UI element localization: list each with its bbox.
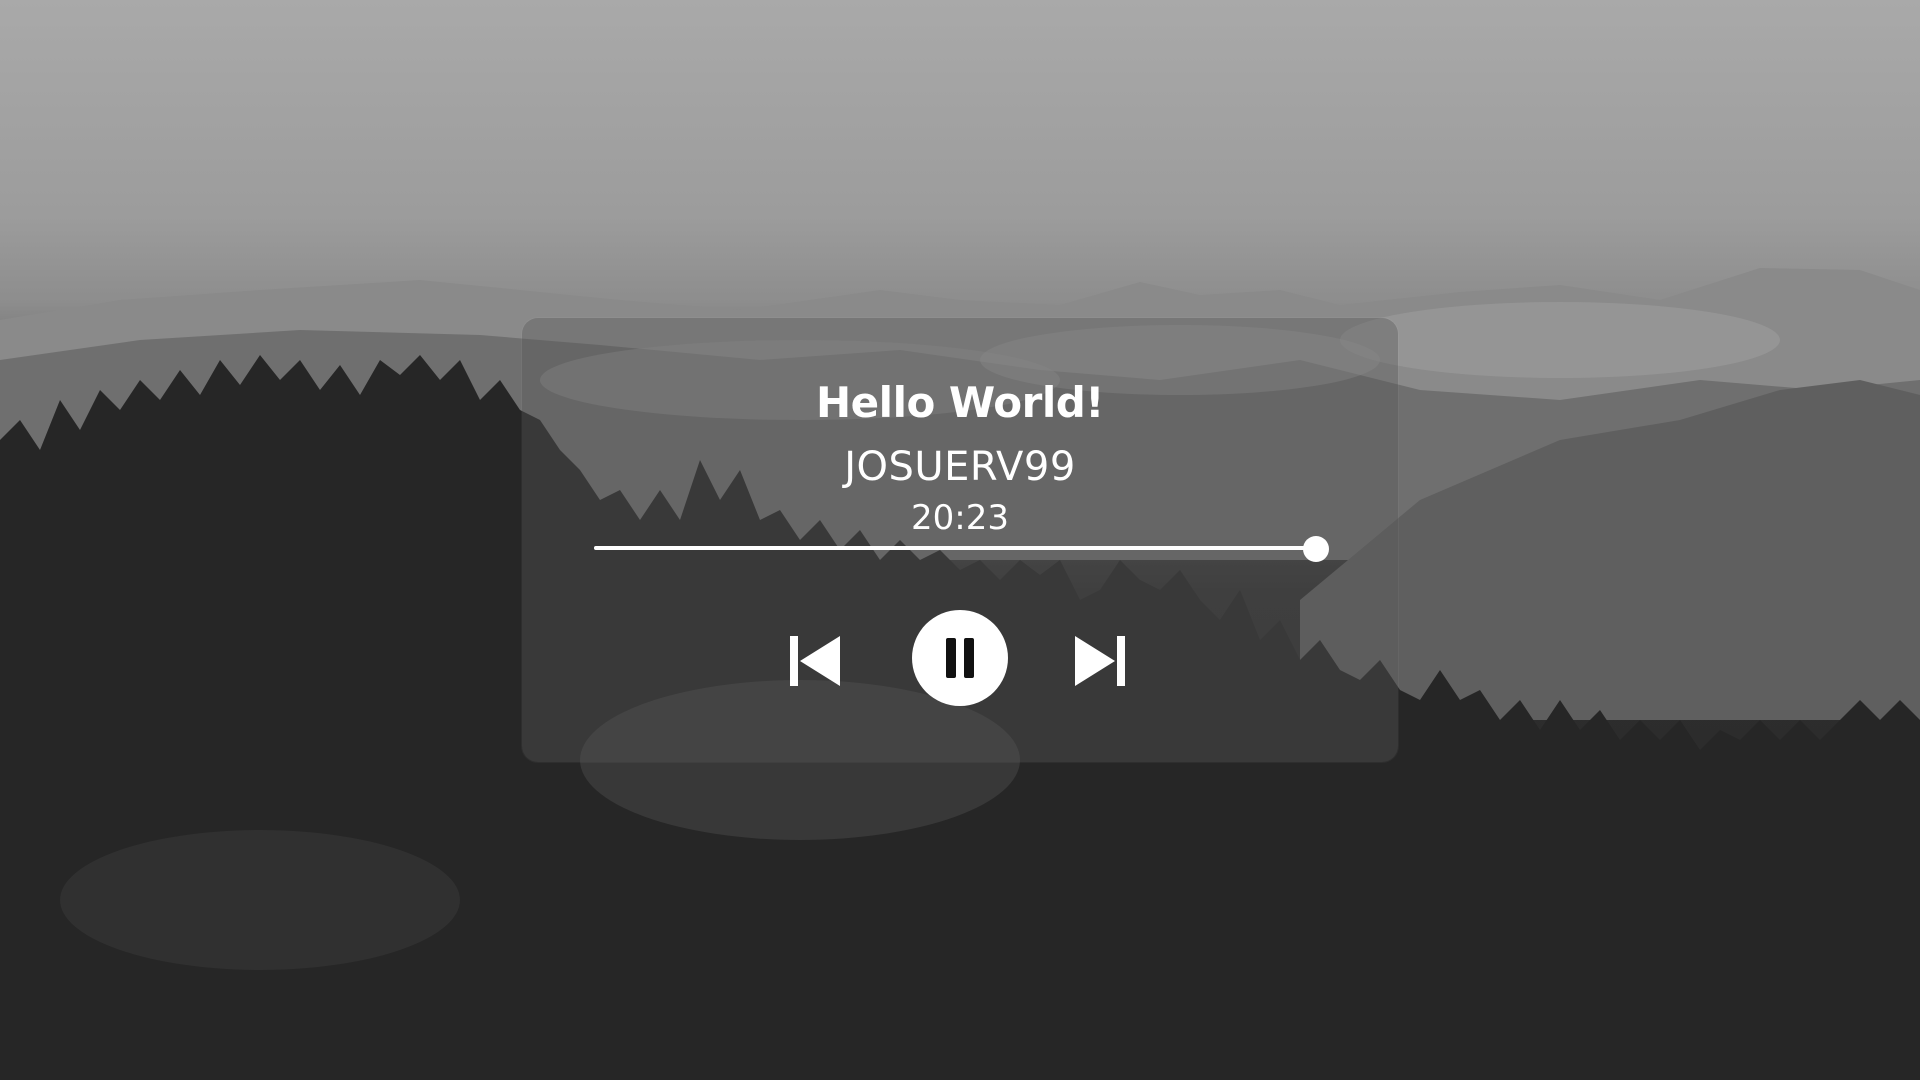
progress-thumb[interactable]: [1303, 536, 1329, 562]
skip-previous-icon: [790, 636, 840, 686]
desktop-background: Hello World! JOSUERV99 20:23: [0, 0, 1920, 1080]
previous-track-button[interactable]: [788, 634, 842, 688]
playback-controls: [522, 608, 1398, 708]
play-pause-button[interactable]: [912, 610, 1008, 706]
progress-fill: [594, 546, 1316, 550]
next-track-button[interactable]: [1073, 634, 1127, 688]
track-title: Hello World!: [816, 378, 1104, 427]
pause-icon: [946, 638, 974, 678]
music-player-card: Hello World! JOSUERV99 20:23: [522, 318, 1398, 762]
track-artist: JOSUERV99: [844, 444, 1076, 490]
track-time: 20:23: [911, 498, 1009, 538]
progress-slider[interactable]: [594, 536, 1329, 562]
skip-next-icon: [1075, 636, 1125, 686]
